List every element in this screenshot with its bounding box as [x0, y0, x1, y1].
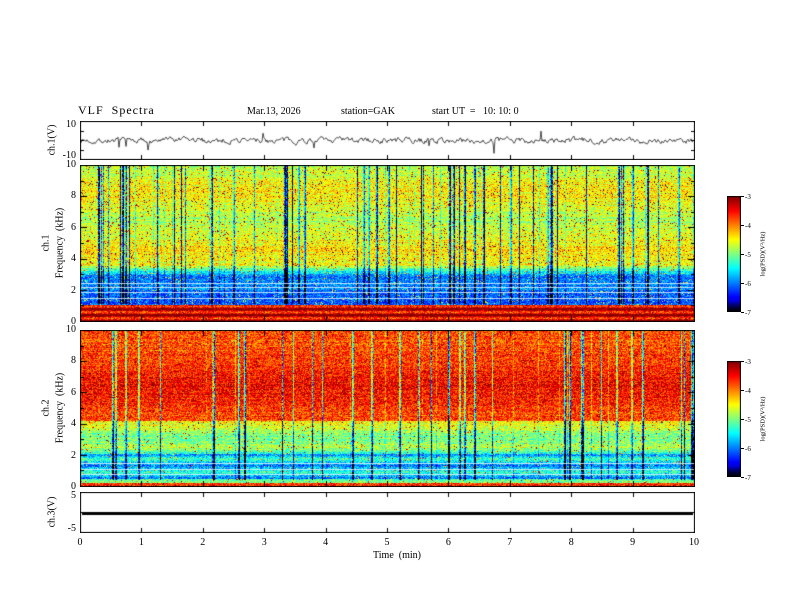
x-tick-label: 6	[445, 537, 451, 548]
x-tick-label: 1	[138, 537, 144, 548]
y-tick-label: 8	[71, 355, 76, 367]
x-tick-label: 8	[568, 537, 574, 548]
y-tick-label: 10	[66, 159, 76, 170]
vlf-spectra-figure: VLF Spectra Mar.13, 2026 station=GAK sta…	[0, 0, 792, 612]
colorbar-tick	[741, 254, 744, 255]
station-label: station=GAK	[341, 106, 395, 117]
colorbar-tick-label: -5	[745, 416, 751, 424]
y-tick-label: 4	[71, 418, 76, 430]
colorbar-tick-label: -7	[745, 474, 751, 482]
y-tick-label: 6	[71, 386, 76, 398]
x-tick-label: 10	[689, 537, 699, 548]
y-tick-label: 4	[71, 253, 76, 265]
ch1-spec-axis-label: Frequency (kHz)	[54, 207, 66, 279]
colorbar-tick-label: -7	[745, 309, 751, 317]
ch3-waveform-plot	[80, 492, 695, 533]
ch1-spec-channel-label: ch.1	[40, 234, 52, 252]
x-tick-label: 2	[200, 537, 206, 548]
colorbar-tick	[741, 312, 744, 313]
colorbar-ch2	[727, 361, 741, 477]
x-tick-label: 9	[630, 537, 636, 548]
x-tick-label: 7	[507, 537, 513, 548]
x-tick-label: 3	[261, 537, 267, 548]
colorbar-tick-label: -3	[745, 193, 751, 201]
y-tick-label: 10	[66, 324, 76, 335]
colorbar-ch1	[727, 196, 741, 312]
colorbar-tick	[741, 448, 744, 449]
ch1-spectrogram	[80, 165, 695, 322]
colorbar-tick	[741, 361, 744, 362]
figure-title: VLF Spectra	[78, 103, 155, 117]
colorbar-tick	[741, 225, 744, 226]
colorbar-tick-label: -5	[745, 251, 751, 259]
y-tick-label: 10	[66, 119, 76, 130]
colorbar-tick-label: -4	[745, 222, 751, 230]
y-tick-label: 8	[71, 190, 76, 202]
x-axis-label: Time (min)	[373, 550, 421, 561]
ch1-waveform-plot	[80, 121, 695, 160]
y-tick-label: 5	[71, 490, 76, 501]
colorbar-tick-label: -3	[745, 358, 751, 366]
ch2-spectrogram	[80, 330, 695, 487]
colorbar-tick-label: -6	[745, 445, 751, 453]
y-tick-label: 2	[71, 284, 76, 296]
y-tick-label: 6	[71, 221, 76, 233]
colorbar-tick	[741, 477, 744, 478]
colorbar-tick-label: -4	[745, 387, 751, 395]
colorbar-tick	[741, 283, 744, 284]
ch2-spec-axis-label: Frequency (kHz)	[54, 372, 66, 444]
ch2-spec-channel-label: ch.2	[40, 399, 52, 417]
colorbar-tick-label: -6	[745, 280, 751, 288]
colorbar-tick	[741, 196, 744, 197]
date-label: Mar.13, 2026	[247, 106, 301, 117]
x-tick-label: 5	[384, 537, 390, 548]
x-tick-label: 4	[323, 537, 329, 548]
y-tick-label: -5	[67, 523, 76, 534]
y-tick-label: 2	[71, 449, 76, 461]
colorbar-tick	[741, 419, 744, 420]
start-ut-label: start UT = 10: 10: 0	[432, 106, 519, 117]
colorbar-tick	[741, 390, 744, 391]
x-tick-label: 0	[77, 537, 83, 548]
